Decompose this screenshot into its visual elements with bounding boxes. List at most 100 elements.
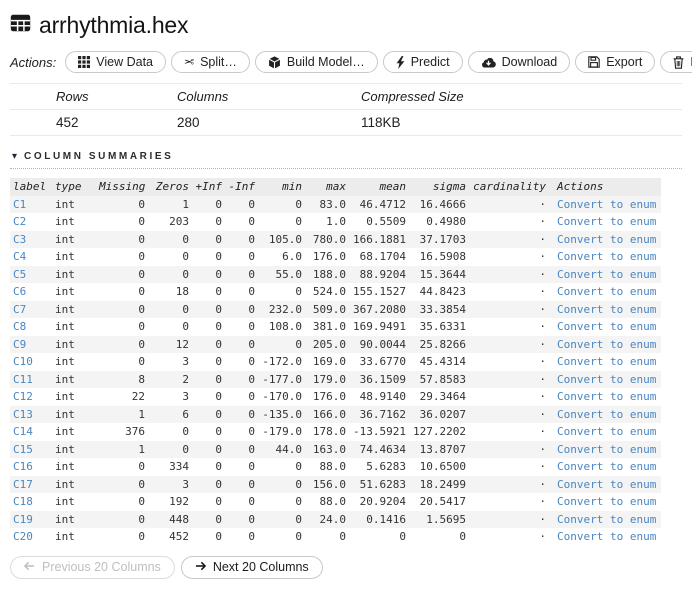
cell-neg_inf: 0 — [248, 530, 255, 543]
convert-to-enum-link[interactable]: Convert to enum — [557, 443, 656, 456]
convert-to-enum-link[interactable]: Convert to enum — [557, 390, 656, 403]
cell-zeros: 18 — [175, 285, 189, 298]
convert-to-enum-link[interactable]: Convert to enum — [557, 460, 656, 473]
cell-type: int — [55, 337, 75, 351]
cell-action: Convert to enum — [549, 283, 661, 301]
convert-to-enum-link[interactable]: Convert to enum — [557, 530, 656, 543]
pagination-bar: Previous 20 Columns Next 20 Columns — [10, 555, 682, 589]
convert-to-enum-link[interactable]: Convert to enum — [557, 355, 656, 368]
cell-label: C8 — [10, 318, 52, 336]
column-label-link[interactable]: C11 — [13, 373, 33, 386]
column-label-link[interactable]: C9 — [13, 338, 26, 351]
convert-to-enum-link[interactable]: Convert to enum — [557, 268, 656, 281]
cell-label: C1 — [10, 196, 52, 214]
build-model-button[interactable]: Build Model… — [254, 51, 378, 73]
column-label-link[interactable]: C14 — [13, 425, 33, 438]
cell-pos_inf: 0 — [215, 425, 222, 438]
convert-to-enum-link[interactable]: Convert to enum — [557, 233, 656, 246]
convert-to-enum-link[interactable]: Convert to enum — [557, 495, 656, 508]
column-label-link[interactable]: C1 — [13, 198, 26, 211]
cell-missing: 8 — [138, 372, 145, 386]
predict-button[interactable]: Predict — [382, 51, 463, 73]
cube-icon — [268, 55, 281, 69]
download-button[interactable]: Download — [467, 51, 571, 73]
cell-label: C15 — [10, 441, 52, 459]
cell-neg_inf: 0 — [248, 425, 255, 438]
convert-to-enum-link[interactable]: Convert to enum — [557, 338, 656, 351]
table-row: C15 int 1 0 0 0 44.0 163.0 74.4634 13.8707 · Conver… — [10, 440, 661, 459]
cell-action: Convert to enum — [549, 388, 661, 406]
column-label-link[interactable]: C18 — [13, 495, 33, 508]
table-row: C14 int 376 0 0 0 -179.0 178.0 -13.5921 127.2202 ·… — [10, 423, 661, 441]
cell-zeros: 0 — [182, 232, 189, 246]
cell-label: C20 — [10, 528, 52, 546]
cell-max: 524.0 — [312, 285, 346, 298]
convert-to-enum-link[interactable]: Convert to enum — [557, 303, 656, 316]
convert-to-enum-link[interactable]: Convert to enum — [557, 198, 656, 211]
cell-sigma: 0.4980 — [426, 215, 466, 228]
cell-type: int — [55, 285, 75, 298]
column-label-link[interactable]: C6 — [13, 285, 26, 298]
split-button[interactable]: ✂ Split… — [171, 51, 250, 73]
cell-missing: 0 — [138, 215, 145, 228]
cell-zeros: 3 — [182, 390, 189, 403]
cell-action: Convert to enum — [549, 458, 661, 476]
column-label-link[interactable]: C5 — [13, 268, 26, 281]
cell-label: C14 — [10, 423, 52, 441]
table-row: C7 int 0 0 0 0 232.0 509.0 367.2080 33.3854 · Conve… — [10, 300, 661, 318]
cell-type: int — [55, 425, 75, 438]
convert-to-enum-link[interactable]: Convert to enum — [557, 425, 656, 438]
cell-mean: 0 — [399, 530, 406, 543]
cell-pos_inf: 0 — [215, 530, 222, 543]
convert-to-enum-link[interactable]: Convert to enum — [557, 215, 656, 228]
column-label-link[interactable]: C3 — [13, 233, 26, 246]
cell-pos_inf: 0 — [215, 302, 222, 316]
cell-pos_inf: 0 — [215, 407, 222, 421]
column-label-link[interactable]: C10 — [13, 355, 33, 368]
convert-to-enum-link[interactable]: Convert to enum — [557, 320, 656, 333]
column-label-link[interactable]: C2 — [13, 215, 26, 228]
cell-pos_inf: 0 — [215, 372, 222, 386]
page-header: arrhythmia.hex — [10, 0, 682, 49]
cell-cardinality: · — [539, 337, 546, 351]
view-data-button[interactable]: View Data — [65, 51, 166, 73]
column-label-link[interactable]: C4 — [13, 250, 26, 263]
previous-columns-button[interactable]: Previous 20 Columns — [10, 555, 175, 579]
column-header-min: min — [258, 178, 305, 196]
column-label-link[interactable]: C15 — [13, 443, 33, 456]
convert-to-enum-link[interactable]: Convert to enum — [557, 513, 656, 526]
column-label-link[interactable]: C13 — [13, 408, 33, 421]
arrow-right-icon — [195, 560, 206, 574]
column-label-link[interactable]: C19 — [13, 513, 33, 526]
column-label-link[interactable]: C8 — [13, 320, 26, 333]
scissors-icon: ✂ — [184, 55, 195, 69]
convert-to-enum-link[interactable]: Convert to enum — [557, 408, 656, 421]
next-columns-button[interactable]: Next 20 Columns — [180, 555, 323, 579]
cell-pos_inf: 0 — [215, 267, 222, 281]
frame-stats: Rows Columns Compressed Size 452 280 118… — [10, 84, 682, 136]
frame-summary-page: arrhythmia.hex Actions: View Data ✂ Spli… — [0, 0, 692, 589]
cell-min: 0 — [295, 197, 302, 211]
column-summaries-section-toggle[interactable]: ▾ COLUMN SUMMARIES — [10, 151, 682, 169]
column-label-link[interactable]: C7 — [13, 303, 26, 316]
column-label-link[interactable]: C16 — [13, 460, 33, 473]
convert-to-enum-link[interactable]: Convert to enum — [557, 373, 656, 386]
column-label-link[interactable]: C17 — [13, 478, 33, 491]
convert-to-enum-link[interactable]: Convert to enum — [557, 478, 656, 491]
cell-action: Convert to enum — [549, 476, 661, 494]
cell-sigma: 35.6331 — [419, 320, 466, 333]
cell-sigma: 45.4314 — [419, 355, 466, 368]
cell-mean: 90.0044 — [359, 337, 406, 351]
convert-to-enum-link[interactable]: Convert to enum — [557, 250, 656, 263]
delete-button[interactable]: Delete — [660, 51, 692, 73]
convert-to-enum-link[interactable]: Convert to enum — [557, 285, 656, 298]
cell-sigma: 127.2202 — [413, 425, 466, 438]
cell-min: 0 — [295, 285, 302, 298]
column-label-link[interactable]: C12 — [13, 390, 33, 403]
export-button[interactable]: Export — [575, 51, 656, 73]
columns-header: Columns — [177, 89, 229, 104]
column-label-link[interactable]: C20 — [13, 530, 33, 543]
cell-neg_inf: 0 — [248, 232, 255, 246]
cell-label: C11 — [10, 371, 52, 389]
cell-sigma: 57.8583 — [419, 372, 466, 386]
